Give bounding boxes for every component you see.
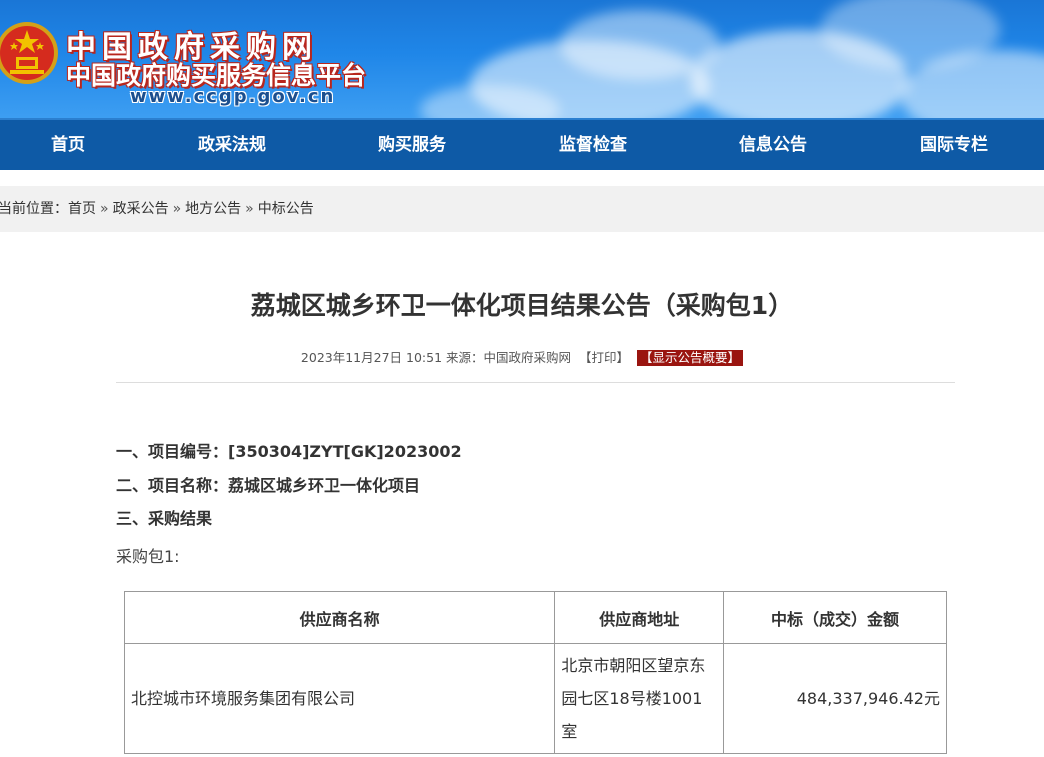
award-amount-cell: 484,337,946.42元 bbox=[723, 643, 947, 754]
breadcrumb-separator: » bbox=[100, 201, 109, 217]
result-table: 供应商名称 供应商地址 中标（成交）金额 北控城市环境服务集团有限公司 北京市朝… bbox=[123, 591, 947, 754]
site-url: www.ccgp.gov.cn bbox=[130, 86, 336, 107]
divider bbox=[116, 382, 955, 383]
print-link[interactable]: 【打印】 bbox=[579, 350, 629, 365]
page-title: 荔城区城乡环卫一体化项目结果公告（采购包1） bbox=[250, 291, 794, 320]
section-procurement-result: 三、采购结果 bbox=[116, 509, 213, 528]
column-header-supplier-address: 供应商地址 bbox=[554, 591, 725, 644]
supplier-address-cell: 北京市朝阳区望京东园七区18号楼1001室 bbox=[554, 643, 725, 754]
section-project-number: 一、项目编号：[350304]ZYT[GK]2023002 bbox=[116, 442, 462, 461]
table-header-row: 供应商名称 供应商地址 中标（成交）金额 bbox=[123, 591, 947, 644]
package-label: 采购包1: bbox=[116, 547, 180, 566]
nav-item-regulations[interactable]: 政采法规 bbox=[172, 120, 292, 170]
main-nav: 首页 政采法规 购买服务 监督检查 信息公告 国际专栏 bbox=[0, 118, 1044, 170]
source-label: 来源： bbox=[446, 350, 484, 365]
breadcrumb-link-award[interactable]: 中标公告 bbox=[258, 201, 314, 217]
article-meta: 2023年11月27日 10:51 来源：中国政府采购网 【打印】 【显示公告概… bbox=[0, 347, 1044, 366]
breadcrumb: 当前位置：首页» 政采公告» 地方公告» 中标公告 bbox=[0, 186, 314, 232]
nav-item-international[interactable]: 国际专栏 bbox=[894, 120, 1014, 170]
table-row: 北控城市环境服务集团有限公司 北京市朝阳区望京东园七区18号楼1001室 484… bbox=[123, 643, 947, 754]
breadcrumb-separator: » bbox=[172, 201, 182, 217]
nav-item-announcements[interactable]: 信息公告 bbox=[713, 120, 833, 170]
breadcrumb-link-local[interactable]: 地方公告 bbox=[185, 201, 241, 217]
column-header-award-amount: 中标（成交）金额 bbox=[723, 591, 947, 644]
supplier-name-cell: 北控城市环境服务集团有限公司 bbox=[123, 643, 556, 754]
section-project-name: 二、项目名称：荔城区城乡环卫一体化项目 bbox=[116, 476, 421, 495]
breadcrumb-link-home[interactable]: 首页 bbox=[68, 201, 96, 217]
national-emblem-icon[interactable] bbox=[0, 20, 60, 86]
site-banner: 中国政府采购网 中国政府购买服务信息平台 www.ccgp.gov.cn bbox=[0, 0, 1044, 118]
breadcrumb-prefix: 当前位置： bbox=[0, 201, 68, 217]
breadcrumb-bar: 当前位置：首页» 政采公告» 地方公告» 中标公告 bbox=[0, 186, 1044, 232]
nav-item-purchase-services[interactable]: 购买服务 bbox=[352, 120, 472, 170]
nav-item-supervision[interactable]: 监督检查 bbox=[533, 120, 653, 170]
nav-item-home[interactable]: 首页 bbox=[8, 120, 128, 170]
source-value: 中国政府采购网 bbox=[483, 350, 572, 365]
publish-date: 2023年11月27日 10:51 bbox=[300, 350, 443, 365]
column-header-supplier-name: 供应商名称 bbox=[123, 591, 556, 644]
breadcrumb-separator: » bbox=[245, 201, 254, 217]
breadcrumb-link-announcements[interactable]: 政采公告 bbox=[113, 201, 169, 217]
show-summary-button[interactable]: 【显示公告概要】 bbox=[637, 350, 744, 366]
